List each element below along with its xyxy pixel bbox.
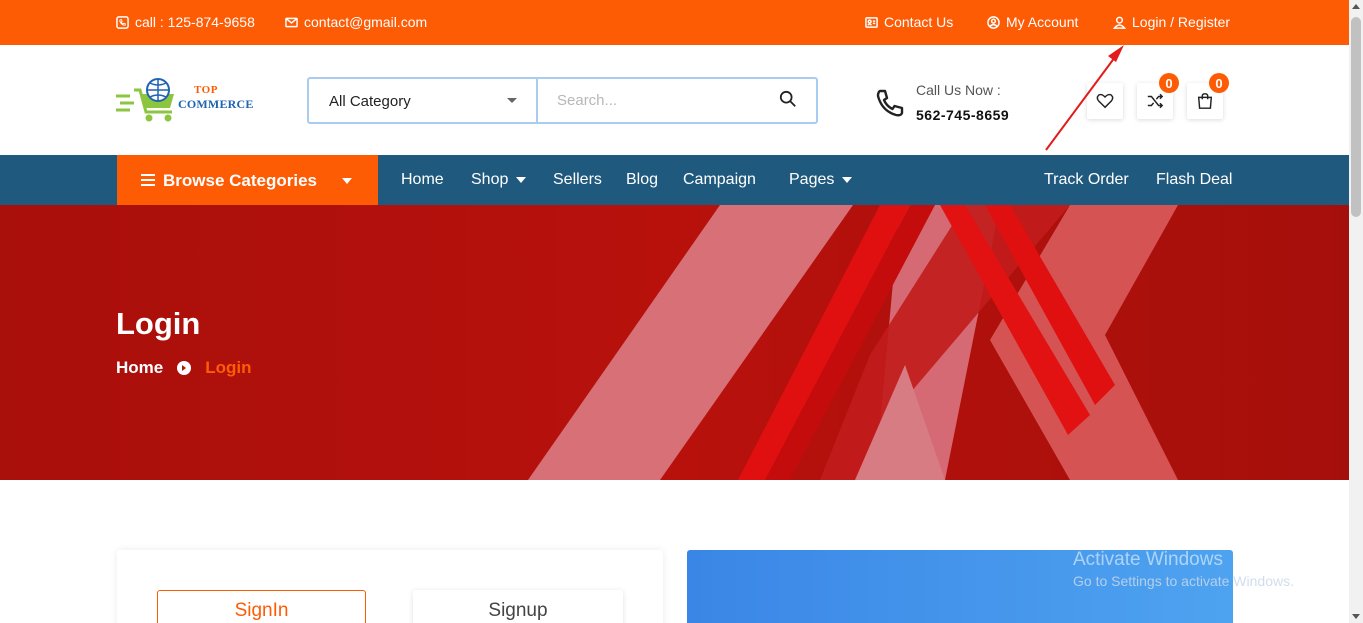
auth-card: SignIn Signup xyxy=(117,550,663,623)
nav-shop[interactable]: Shop xyxy=(471,171,527,189)
shopping-bag-icon xyxy=(1197,93,1213,109)
phone-handset-icon xyxy=(876,89,904,117)
page-banner: Login Home Login xyxy=(0,205,1349,480)
search-input[interactable] xyxy=(549,79,769,122)
nav-blog-label: Blog xyxy=(626,171,659,188)
top-bar: call : 125-874-9658 contact@gmail.com Co… xyxy=(0,0,1349,45)
windows-activation-watermark: Activate Windows Go to Settings to activ… xyxy=(1073,549,1294,589)
shuffle-icon xyxy=(1147,93,1164,109)
my-account-link[interactable]: My Account xyxy=(987,14,1078,30)
email-contact[interactable]: contact@gmail.com xyxy=(285,14,427,30)
nav-blog[interactable]: Blog xyxy=(626,171,658,189)
chevron-circle-right-icon xyxy=(177,361,192,375)
compare-count-badge: 0 xyxy=(1159,73,1179,93)
cart-button[interactable]: 0 xyxy=(1187,73,1229,119)
page-title: Login xyxy=(116,306,201,341)
watermark-line-1: Activate Windows xyxy=(1073,549,1223,570)
scroll-up-arrow-icon[interactable] xyxy=(1352,4,1360,9)
search-button[interactable] xyxy=(779,90,799,110)
caret-down-icon xyxy=(516,177,527,183)
phone-text: call : 125-874-9658 xyxy=(135,14,255,30)
nav-campaign[interactable]: Campaign xyxy=(683,171,756,189)
user-icon xyxy=(1113,16,1126,29)
breadcrumb-home[interactable]: Home xyxy=(116,358,163,378)
my-account-label: My Account xyxy=(1006,14,1079,30)
nav-flash-deal[interactable]: Flash Deal xyxy=(1156,171,1232,189)
signin-tab[interactable]: SignIn xyxy=(157,590,366,623)
caret-down-icon xyxy=(342,178,352,184)
main-nav: Browse Categories Home Shop Sellers Blog… xyxy=(0,155,1349,205)
compare-button[interactable]: 0 xyxy=(1137,73,1179,119)
heart-icon xyxy=(1096,93,1114,109)
breadcrumb: Home Login xyxy=(116,358,252,378)
nav-flash-deal-label: Flash Deal xyxy=(1156,171,1233,188)
email-text: contact@gmail.com xyxy=(304,14,428,30)
category-select[interactable]: All Category xyxy=(309,79,538,122)
nav-track-order-label: Track Order xyxy=(1044,171,1129,188)
nav-home-label: Home xyxy=(401,171,444,188)
site-logo[interactable]: TOP COMMERCE xyxy=(116,76,253,126)
logo-text-top: TOP xyxy=(194,84,218,96)
nav-campaign-label: Campaign xyxy=(683,171,756,188)
call-us-label: Call Us Now : xyxy=(916,82,1001,98)
banner-decoration xyxy=(528,205,1178,480)
search-bar: All Category xyxy=(307,77,818,124)
login-register-label: Login / Register xyxy=(1132,14,1231,30)
caret-down-icon xyxy=(842,177,853,183)
browse-categories-label: Browse Categories xyxy=(163,171,317,190)
cart-count-badge: 0 xyxy=(1209,73,1229,93)
contact-us-link[interactable]: Contact Us xyxy=(865,14,953,30)
search-icon xyxy=(779,90,796,107)
login-register-link[interactable]: Login / Register xyxy=(1113,14,1230,30)
nav-home[interactable]: Home xyxy=(401,171,444,189)
hamburger-icon xyxy=(141,174,155,186)
nav-track-order[interactable]: Track Order xyxy=(1044,171,1129,189)
envelope-icon xyxy=(285,17,298,27)
vertical-scrollbar[interactable] xyxy=(1349,0,1363,623)
scrollbar-thumb[interactable] xyxy=(1351,17,1361,217)
phone-contact[interactable]: call : 125-874-9658 xyxy=(116,14,255,30)
caret-down-icon xyxy=(507,98,517,103)
call-us-number[interactable]: 562-745-8659 xyxy=(916,107,1009,123)
category-select-value: All Category xyxy=(329,93,411,110)
browse-categories-button[interactable]: Browse Categories xyxy=(117,155,378,205)
watermark-line-2: Go to Settings to activate Windows. xyxy=(1073,573,1294,589)
nav-pages-label: Pages xyxy=(789,171,835,188)
wishlist-button[interactable] xyxy=(1087,83,1123,119)
contact-card-icon xyxy=(865,16,878,28)
nav-sellers-label: Sellers xyxy=(553,171,602,188)
user-circle-icon xyxy=(987,15,1000,29)
main-header: TOP COMMERCE All Category Call Us Now : … xyxy=(0,45,1349,155)
contact-us-label: Contact Us xyxy=(884,14,954,30)
phone-icon xyxy=(116,15,129,29)
logo-text-bottom: COMMERCE xyxy=(178,97,254,111)
nav-pages[interactable]: Pages xyxy=(789,171,853,189)
signup-tab[interactable]: Signup xyxy=(413,590,623,623)
nav-shop-label: Shop xyxy=(471,171,509,188)
scroll-down-arrow-icon[interactable] xyxy=(1352,614,1360,619)
nav-sellers[interactable]: Sellers xyxy=(553,171,602,189)
breadcrumb-current: Login xyxy=(205,358,252,377)
